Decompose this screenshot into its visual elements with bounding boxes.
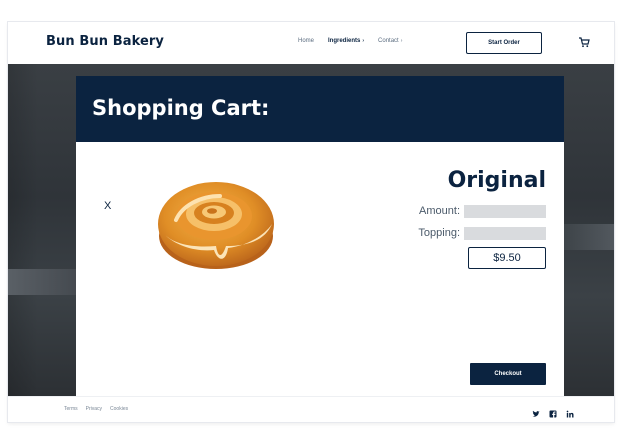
main-nav: Home Ingredients › Contact ›	[298, 38, 402, 44]
amount-label: Amount:	[419, 205, 460, 217]
footer-link-terms[interactable]: Terms	[64, 406, 78, 412]
nav-item-ingredients[interactable]: Ingredients ›	[328, 38, 364, 44]
background-decoration	[564, 224, 614, 250]
footer-links: Terms Privacy Cookies	[64, 406, 128, 412]
chevron-right-icon: ›	[400, 38, 403, 44]
price-display: $9.50	[468, 247, 546, 269]
nav-item-label: Ingredients	[328, 38, 361, 44]
topping-row: Topping:	[418, 226, 546, 240]
site-footer: Terms Privacy Cookies	[8, 396, 614, 422]
footer-link-cookies[interactable]: Cookies	[110, 406, 128, 412]
topping-field[interactable]	[464, 226, 546, 240]
checkout-button[interactable]: Checkout	[470, 363, 546, 385]
footer-link-privacy[interactable]: Privacy	[86, 406, 102, 412]
product-name: Original	[447, 168, 546, 193]
linkedin-icon[interactable]	[566, 405, 574, 418]
app-window: Bun Bun Bakery Home Ingredients › Contact…	[8, 22, 614, 422]
amount-field[interactable]	[464, 204, 546, 218]
nav-item-label: Home	[298, 38, 315, 44]
chevron-right-icon: ›	[362, 38, 365, 44]
brand-logo[interactable]: Bun Bun Bakery	[46, 34, 164, 49]
nav-item-contact[interactable]: Contact ›	[378, 38, 402, 44]
amount-row: Amount:	[419, 204, 546, 218]
page-title: Shopping Cart:	[92, 96, 270, 120]
background-decoration	[8, 269, 76, 295]
cinnamon-bun-image	[156, 176, 278, 272]
nav-item-label: Contact	[378, 38, 399, 44]
start-order-button[interactable]: Start Order	[466, 32, 542, 54]
facebook-icon[interactable]	[549, 405, 557, 418]
cart-header: Shopping Cart:	[76, 76, 564, 142]
social-links	[532, 405, 574, 418]
twitter-icon[interactable]	[532, 405, 540, 417]
cart-icon[interactable]	[578, 35, 590, 48]
nav-item-home[interactable]: Home	[298, 38, 314, 44]
topping-label: Topping:	[418, 227, 460, 239]
cart-panel: Shopping Cart: X Original Amount: Toppin…	[76, 76, 564, 396]
site-header: Bun Bun Bakery Home Ingredients › Contact…	[8, 22, 614, 64]
remove-item-button[interactable]: X	[104, 200, 111, 212]
